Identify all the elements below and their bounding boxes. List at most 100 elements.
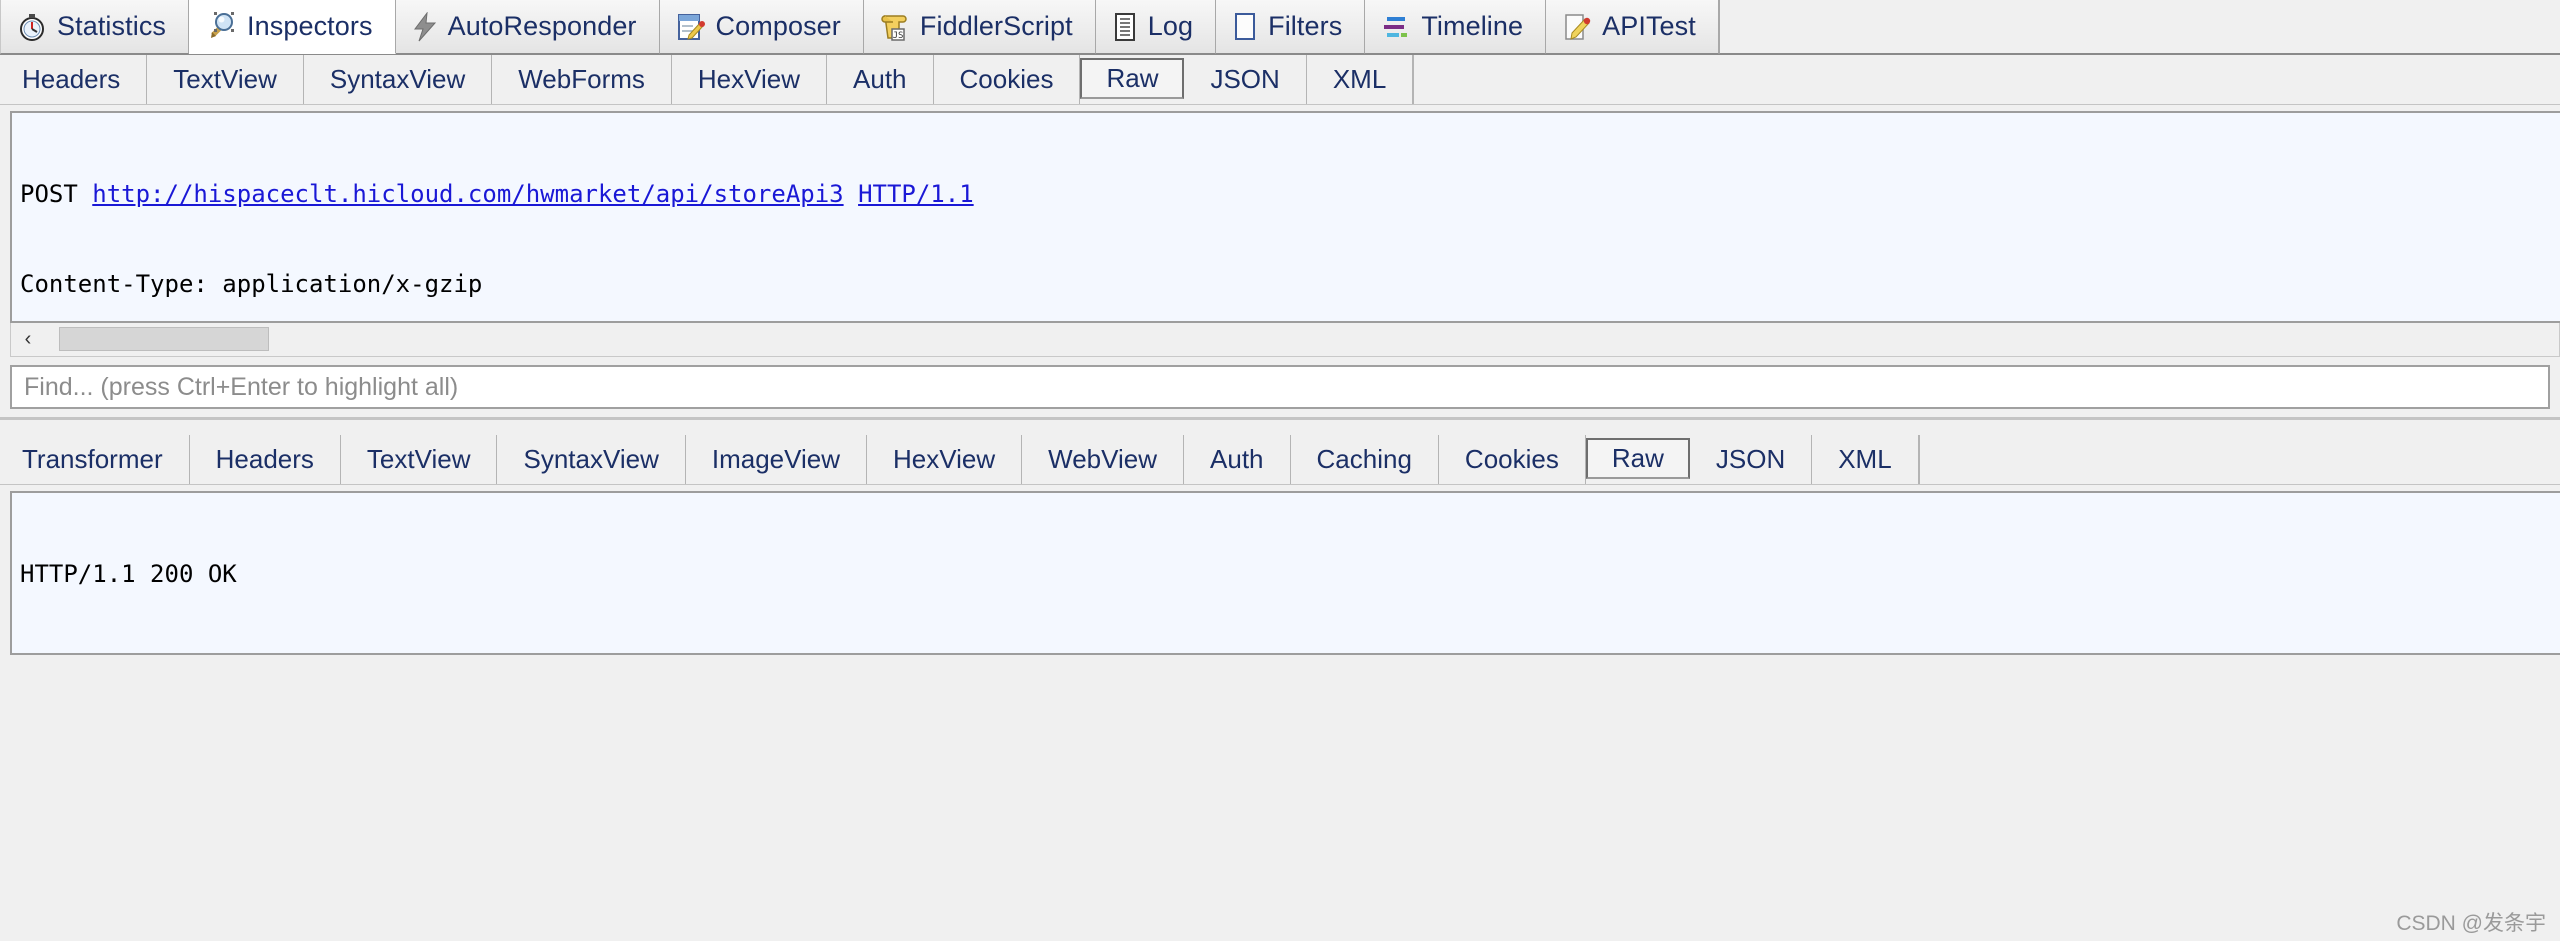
- response-tab-raw[interactable]: Raw: [1585, 438, 1690, 479]
- tab-label: WebView: [1048, 444, 1158, 474]
- request-url-link[interactable]: http://hispaceclt.hicloud.com/hwmarket/a…: [92, 180, 843, 208]
- main-tab-log[interactable]: Log: [1095, 0, 1217, 54]
- tab-label: SyntaxView: [329, 64, 466, 94]
- request-tab-strip: Headers TextView SyntaxView WebForms Hex…: [0, 55, 2560, 105]
- request-response-splitter[interactable]: [0, 417, 2560, 435]
- lightning-icon: [412, 11, 438, 42]
- main-tab-autoresponder[interactable]: AutoResponder: [395, 0, 660, 54]
- tab-label: Caching: [1316, 444, 1412, 474]
- response-tab-imageview[interactable]: ImageView: [685, 435, 868, 484]
- stopwatch-icon: [17, 12, 47, 42]
- response-tab-strip: Transformer Headers TextView SyntaxView …: [0, 435, 2560, 485]
- main-tab-timeline[interactable]: Timeline: [1365, 0, 1547, 54]
- request-tab-headers[interactable]: Headers: [0, 55, 148, 104]
- main-tab-strip: Statistics Inspectors AutoResponder Comp…: [0, 0, 2560, 55]
- tab-label: Raw: [1106, 63, 1159, 93]
- log-lines-icon: [1112, 12, 1138, 42]
- request-tab-raw[interactable]: Raw: [1080, 58, 1185, 99]
- response-raw-textarea[interactable]: HTTP/1.1 200 OK Server: openresty Date: …: [10, 491, 2560, 655]
- tab-label: XML: [1838, 444, 1892, 474]
- response-status-line: HTTP/1.1 200 OK: [20, 560, 237, 588]
- tab-label: Headers: [215, 444, 314, 474]
- tab-label: SyntaxView: [523, 444, 659, 474]
- response-tab-filler: [1918, 435, 2560, 484]
- tab-label: Cookies: [1464, 444, 1559, 474]
- scrollbar-track[interactable]: [45, 323, 2559, 356]
- tab-label: JSON: [1210, 64, 1280, 94]
- tab-label: ImageView: [711, 444, 841, 474]
- request-raw-textarea[interactable]: POST http://hispaceclt.hicloud.com/hwmar…: [10, 111, 2560, 323]
- main-tab-label: AutoResponder: [447, 11, 637, 41]
- response-tab-auth[interactable]: Auth: [1184, 435, 1291, 484]
- request-horizontal-scrollbar[interactable]: ‹: [10, 323, 2560, 357]
- response-pane-wrapper: HTTP/1.1 200 OK Server: openresty Date: …: [0, 485, 2560, 655]
- request-tab-textview[interactable]: TextView: [147, 55, 304, 104]
- scrollbar-thumb[interactable]: [59, 327, 269, 351]
- request-tab-webforms[interactable]: WebForms: [492, 55, 672, 104]
- watermark-text: CSDN @发条宇: [2396, 912, 2546, 935]
- tab-label: TextView: [366, 444, 471, 474]
- tab-label: Auth: [1210, 444, 1264, 474]
- timeline-bars-icon: [1381, 12, 1411, 42]
- main-tab-label: Composer: [715, 11, 841, 41]
- response-tab-transformer[interactable]: Transformer: [0, 435, 190, 484]
- tab-label: HexView: [697, 64, 801, 94]
- main-tab-label: Timeline: [1421, 11, 1524, 41]
- tab-label: XML: [1332, 64, 1387, 94]
- request-pane-wrapper: POST http://hispaceclt.hicloud.com/hwmar…: [0, 105, 2560, 323]
- request-tab-auth[interactable]: Auth: [827, 55, 934, 104]
- main-tab-filters[interactable]: Filters: [1216, 0, 1366, 54]
- scroll-left-arrow-icon[interactable]: ‹: [11, 323, 45, 356]
- request-start-line: POST http://hispaceclt.hicloud.com/hwmar…: [20, 179, 2560, 209]
- tab-label: TextView: [173, 64, 277, 94]
- magnifier-icon: [205, 11, 237, 43]
- response-tab-cookies[interactable]: Cookies: [1438, 435, 1586, 484]
- request-header-line: Content-Type: application/x-gzip: [20, 270, 483, 298]
- tab-label: Headers: [22, 64, 121, 94]
- compose-pencil-icon: [676, 12, 706, 42]
- main-tab-fiddlerscript[interactable]: JS FiddlerScript: [863, 0, 1096, 54]
- filter-page-icon: [1232, 12, 1258, 42]
- tab-strip-filler: [1718, 0, 2560, 54]
- tab-label: Raw: [1611, 443, 1664, 473]
- request-tab-cookies[interactable]: Cookies: [933, 55, 1081, 104]
- response-header-line: Server: openresty: [20, 649, 2560, 653]
- main-tab-label: Log: [1147, 11, 1194, 41]
- splitter-line: [0, 417, 2560, 420]
- find-placeholder-text: Find... (press Ctrl+Enter to highlight a…: [24, 372, 459, 401]
- request-tab-hexview[interactable]: HexView: [671, 55, 828, 104]
- response-tab-syntaxview[interactable]: SyntaxView: [497, 435, 686, 484]
- main-tab-statistics[interactable]: Statistics: [0, 0, 190, 54]
- response-tab-webview[interactable]: WebView: [1022, 435, 1185, 484]
- request-tab-json[interactable]: JSON: [1184, 55, 1307, 104]
- main-tab-composer[interactable]: Composer: [659, 0, 864, 54]
- main-tab-label: Filters: [1268, 11, 1343, 41]
- tab-label: Transformer: [22, 444, 163, 474]
- http-method: POST: [20, 180, 78, 208]
- request-tab-xml[interactable]: XML: [1306, 55, 1414, 104]
- tab-label: HexView: [893, 444, 996, 474]
- main-tab-inspectors[interactable]: Inspectors: [189, 0, 396, 54]
- script-js-icon: JS: [880, 12, 910, 42]
- main-tab-apitest[interactable]: APITest: [1546, 0, 1719, 54]
- request-tab-filler: [1413, 55, 2560, 104]
- main-tab-label: APITest: [1602, 11, 1696, 41]
- main-tab-label: FiddlerScript: [919, 11, 1073, 41]
- tab-label: Cookies: [959, 64, 1054, 94]
- response-tab-textview[interactable]: TextView: [340, 435, 498, 484]
- main-tab-label: Statistics: [57, 11, 167, 41]
- tab-label: Auth: [853, 64, 907, 94]
- tab-label: JSON: [1715, 444, 1786, 474]
- response-tab-hexview[interactable]: HexView: [867, 435, 1023, 484]
- response-tab-headers[interactable]: Headers: [189, 435, 341, 484]
- svg-text:JS: JS: [892, 31, 903, 41]
- find-input[interactable]: Find... (press Ctrl+Enter to highlight a…: [10, 365, 2550, 409]
- response-tab-caching[interactable]: Caching: [1290, 435, 1439, 484]
- response-tab-xml[interactable]: XML: [1812, 435, 1919, 484]
- apitest-pencil-icon: [1562, 12, 1592, 42]
- request-tab-syntaxview[interactable]: SyntaxView: [303, 55, 493, 104]
- main-tab-label: Inspectors: [247, 11, 373, 41]
- http-protocol: HTTP/1.1: [858, 180, 974, 208]
- response-tab-json[interactable]: JSON: [1689, 435, 1813, 484]
- tab-label: WebForms: [518, 64, 645, 94]
